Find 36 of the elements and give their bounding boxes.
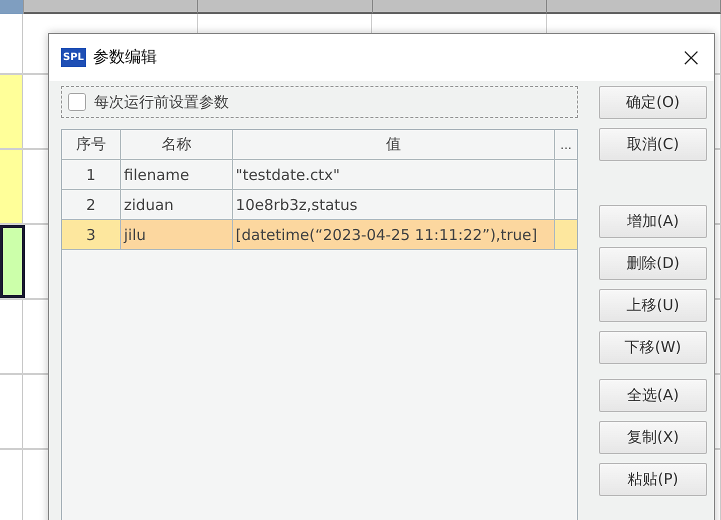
table-cell: "testdate.ctx" xyxy=(232,160,556,189)
table-cell: jilu xyxy=(120,220,233,249)
column-header[interactable] xyxy=(198,0,373,14)
sheet-corner xyxy=(0,0,24,14)
table-cell: 10e8rb3z,status xyxy=(232,190,556,219)
dialog-button[interactable]: 取消(C) xyxy=(599,128,707,161)
column-header: 名称 xyxy=(120,130,233,159)
table-cell: [datetime(“2023-04-25 11:11:22”),true] xyxy=(232,220,556,249)
dialog-button[interactable]: 下移(W) xyxy=(599,331,707,364)
run-before-checkbox[interactable]: 每次运行前设置参数 xyxy=(61,86,578,118)
table-row[interactable]: 3 jilu [datetime(“2023-04-25 11:11:22”),true] xyxy=(62,220,577,250)
table-row[interactable]: 2 ziduan 10e8rb3z,status xyxy=(62,190,577,220)
dialog-button[interactable]: 删除(D) xyxy=(599,247,707,280)
close-button[interactable]: × xyxy=(680,44,702,70)
app-logo: SPL xyxy=(61,48,86,67)
dialog-title: 参数编辑 xyxy=(92,47,158,68)
sheet-cell[interactable] xyxy=(0,225,25,298)
column-header: ... xyxy=(559,136,573,154)
column-header[interactable] xyxy=(372,0,547,14)
dialog-button[interactable]: 确定(O) xyxy=(599,86,707,119)
dialog-button[interactable]: 粘贴(P) xyxy=(599,463,707,496)
column-header: 值 xyxy=(232,130,556,159)
checkbox[interactable] xyxy=(68,93,86,111)
table-row[interactable]: 1 filename "testdate.ctx" xyxy=(62,160,577,190)
table-cell: 1 xyxy=(62,160,121,189)
dialog-button[interactable]: 上移(U) xyxy=(599,289,707,322)
table-cell: 3 xyxy=(62,220,121,249)
column-header: 序号 xyxy=(62,130,121,159)
dialog-button[interactable]: 复制(X) xyxy=(599,421,707,454)
column-header[interactable] xyxy=(24,0,198,14)
table-cell: ziduan xyxy=(120,190,233,219)
table-cell: filename xyxy=(120,160,233,189)
dialog-button[interactable]: 增加(A) xyxy=(599,205,707,238)
table-cell: 2 xyxy=(62,190,121,219)
column-header[interactable] xyxy=(546,0,721,14)
dialog-button[interactable]: 全选(A) xyxy=(599,379,707,412)
